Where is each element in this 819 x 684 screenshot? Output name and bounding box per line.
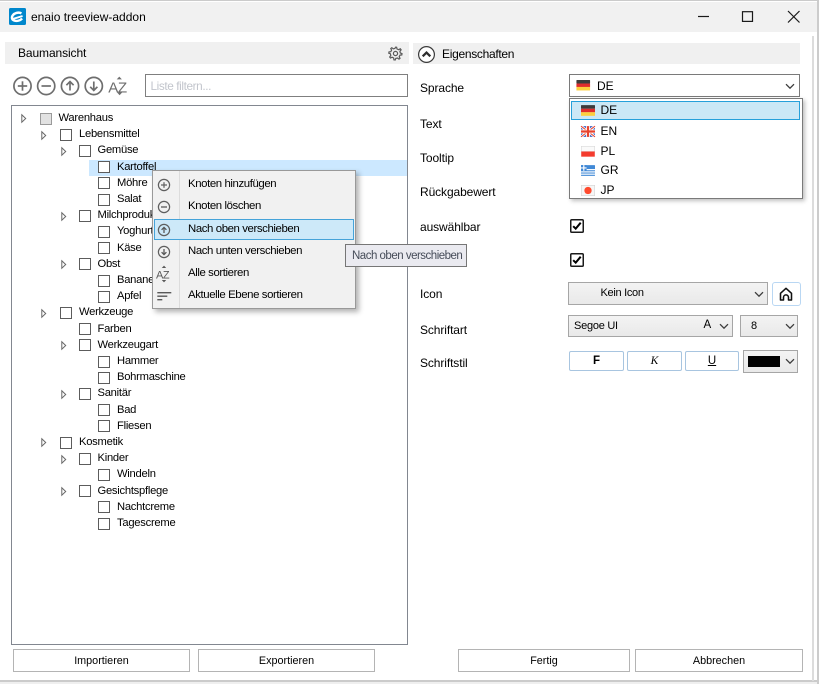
svg-text:AZ: AZ [156,269,170,281]
svg-text:AZ: AZ [108,79,127,96]
